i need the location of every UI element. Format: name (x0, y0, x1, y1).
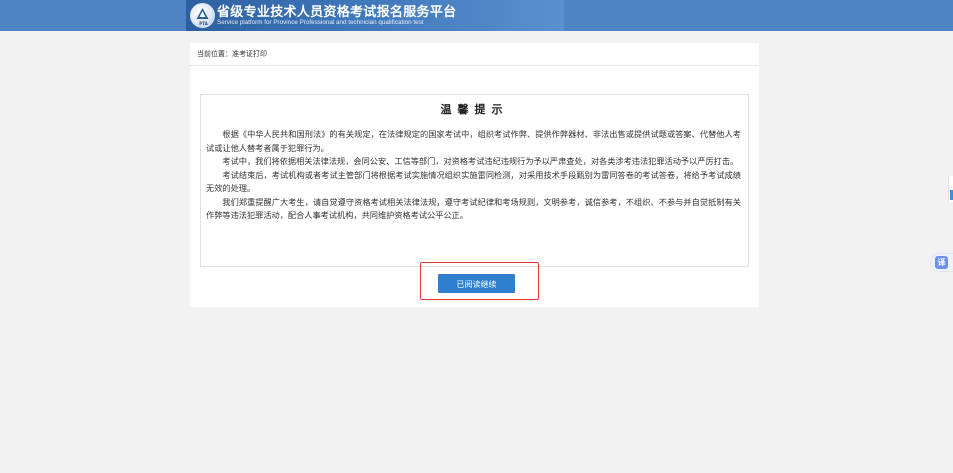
pta-logo: PTA (190, 3, 215, 28)
notice-paragraph: 我们郑重提醒广大考生，请自觉遵守资格考试相关法律法规，遵守考试纪律和考场规则，文… (206, 196, 741, 221)
notice-paragraph: 考试中，我们将依据相关法律法规，会同公安、工信等部门，对资格考试违纪违规行为予以… (222, 156, 739, 166)
read-and-continue-button[interactable]: 已阅读继续 (438, 274, 515, 293)
notice-box: 温馨提示 根据《中华人民共和国刑法》的有关规定，在法律规定的国家考试中，组织考试… (200, 94, 749, 267)
platform-title: 省级专业技术人员资格考试报名服务平台 (217, 5, 457, 20)
translate-button[interactable]: 译 (930, 253, 953, 272)
translate-icon: 译 (935, 256, 948, 269)
notice-title: 温馨提示 (440, 103, 509, 116)
breadcrumb-divider (190, 65, 759, 66)
breadcrumb: 当前位置：准考证打印 (197, 50, 267, 58)
site-banner: PTA 省级专业技术人员资格考试报名服务平台 Service platform … (186, 0, 564, 31)
main-panel: 当前位置：准考证打印 温馨提示 根据《中华人民共和国刑法》的有关规定，在法律规定… (190, 43, 759, 307)
platform-subtitle: Service platform for Province Profession… (217, 19, 424, 26)
notice-paragraph: 根据《中华人民共和国刑法》的有关规定，在法律规定的国家考试中，组织考试作弊、提供… (206, 129, 741, 153)
notice-body: 根据《中华人民共和国刑法》的有关规定，在法律规定的国家考试中，组织考试作弊、提供… (206, 128, 741, 223)
logo-text: PTA (199, 21, 208, 26)
notice-paragraph: 考试结束后，考试机构或者考试主管部门将根据考试实施情况组织实施雷同检测，对采用技… (206, 169, 741, 194)
